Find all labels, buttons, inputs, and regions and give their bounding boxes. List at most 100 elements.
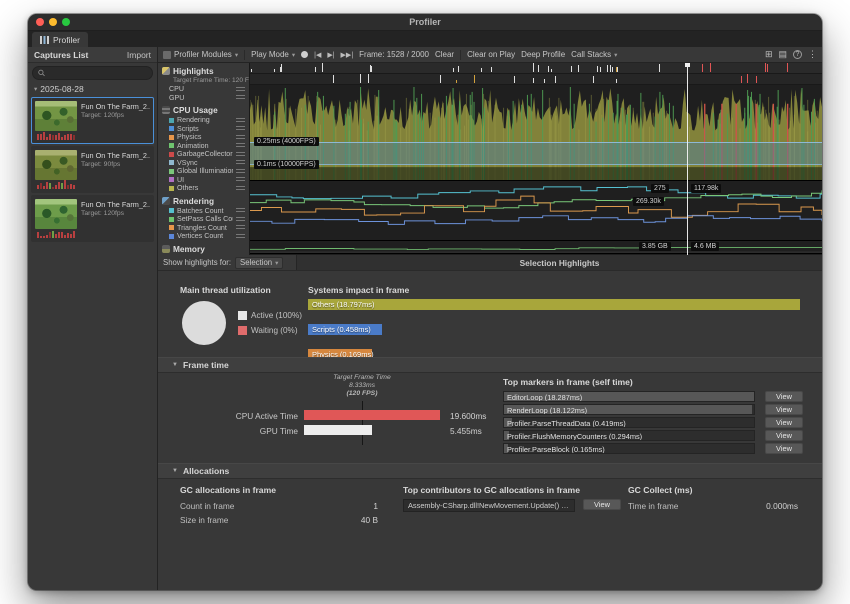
allocations-section-header[interactable]: ▼ Allocations [158, 463, 822, 479]
previous-frame-button[interactable]: |◀ [314, 51, 321, 59]
highlights-strip[interactable] [250, 63, 822, 85]
gc-collect-title: GC Collect (ms) [628, 485, 692, 495]
capture-item[interactable]: Fun On The Farm_2... Target: 120fps [31, 195, 154, 242]
meter-icon [236, 152, 245, 157]
close-window-button[interactable] [36, 18, 44, 26]
legend-physics[interactable]: Physics [158, 133, 249, 142]
layout-grid-icon[interactable]: ⊞ [765, 49, 773, 60]
view-button[interactable]: View [765, 391, 803, 402]
legend-setpass-calls-count[interactable]: SetPass Calls Count [158, 215, 249, 224]
gc-contributor-item[interactable]: Assembly-CSharp.dll!NewMovement.Update()… [403, 499, 575, 512]
marker-bar: Profiler.FlushMemoryCounters (0.294ms) [503, 430, 755, 441]
legend-scripts[interactable]: Scripts [158, 125, 249, 134]
details-view-icon[interactable]: ▤ [778, 49, 787, 60]
count-in-frame-label: Count in frame [180, 501, 234, 511]
view-button[interactable]: View [765, 443, 803, 454]
modules-icon [163, 51, 171, 59]
menu-icon[interactable]: ⋮ [808, 49, 817, 60]
module-rendering[interactable]: Rendering [158, 195, 249, 207]
legend-garbagecollector[interactable]: GarbageCollector [158, 150, 249, 159]
window-title: Profiler [28, 17, 822, 27]
legend-vertices-count[interactable]: Vertices Count [158, 232, 249, 241]
legend-animation[interactable]: Animation [158, 142, 249, 151]
meter-icon [236, 95, 245, 100]
capture-date-group[interactable]: ▾ 2025-08-28 [28, 82, 157, 96]
profiler-icon [40, 36, 49, 44]
chart-canvas[interactable]: 0.25ms (4000FPS) 0.1ms (10000FPS) 275 11… [250, 63, 822, 255]
legend-label: Global Illumination [177, 167, 233, 175]
cpu-active-time-value: 19.600ms [450, 411, 486, 421]
highlights-row-gpu[interactable]: GPU [158, 94, 249, 103]
legend-triangles-count[interactable]: Triangles Count [158, 224, 249, 233]
collapse-icon: ▼ [172, 468, 178, 474]
gpu-time-bar [304, 425, 372, 435]
donut-legend-active: Active (100%) [238, 308, 302, 323]
highlights-row-cpu[interactable]: CPU [158, 85, 249, 94]
profiler-modules-dropdown[interactable]: Profiler Modules ▾ [163, 50, 238, 59]
cpu-usage-chart[interactable]: 0.25ms (4000FPS) 0.1ms (10000FPS) [250, 85, 822, 181]
highlights-gpu-row[interactable] [250, 74, 822, 85]
toolbar-right-icons: ⊞ ▤ ? ⋮ [765, 49, 817, 60]
legend-swatch [238, 311, 247, 320]
legend-others[interactable]: Others [158, 184, 249, 193]
legend-swatch [169, 217, 174, 222]
view-button[interactable]: View [765, 417, 803, 428]
window-titlebar[interactable]: Profiler [28, 14, 822, 31]
view-button[interactable]: View [765, 404, 803, 415]
play-mode-dropdown[interactable]: Play Mode ▾ [251, 50, 295, 59]
highlights-scope-dropdown[interactable]: Selection ▾ [235, 257, 283, 269]
module-memory[interactable]: Memory [158, 243, 249, 255]
help-icon[interactable]: ? [793, 50, 802, 59]
current-frame-button[interactable]: ▶▶| [341, 51, 354, 59]
legend-global-illumination[interactable]: Global Illumination [158, 167, 249, 176]
systems-bar-scripts[interactable]: Scripts (0.458ms) [308, 324, 382, 335]
module-highlights[interactable]: Highlights [158, 65, 249, 77]
legend-batches-count[interactable]: Batches Count [158, 207, 249, 216]
legend-label: Batches Count [177, 207, 233, 215]
cpu-active-time-label: CPU Active Time [158, 411, 298, 421]
clear-on-play-toggle[interactable]: Clear on Play [467, 50, 515, 59]
call-stacks-dropdown[interactable]: Call Stacks ▾ [571, 50, 617, 59]
donut-legend-waiting: Waiting (0%) [238, 323, 302, 338]
legend-swatch [169, 225, 174, 230]
import-button[interactable]: Import [127, 50, 151, 60]
capture-search[interactable] [32, 66, 153, 80]
legend-label: Physics [177, 133, 233, 141]
legend-ui[interactable]: UI [158, 176, 249, 185]
top-markers-title: Top markers in frame (self time) [503, 377, 633, 387]
legend-label: GarbageCollector [177, 150, 233, 158]
frame-playhead[interactable] [687, 63, 688, 255]
capture-item[interactable]: Fun On The Farm_2... Target: 120fps [31, 97, 154, 144]
profiler-modules-label: Profiler Modules [174, 50, 232, 59]
frame-time-section-header[interactable]: ▼ Frame time [158, 357, 822, 373]
meter-icon [236, 234, 245, 239]
rendering-chart[interactable]: 275 117.98k 269.30k [250, 181, 822, 241]
legend-swatch [169, 208, 174, 213]
legend-vsync[interactable]: VSync [158, 159, 249, 168]
capture-thumbnail [35, 150, 77, 180]
systems-bar-others[interactable]: Others (18.797ms) [308, 299, 800, 310]
minimize-window-button[interactable] [49, 18, 57, 26]
marker-bar: EditorLoop (18.287ms) [503, 391, 755, 402]
highlights-cpu-row[interactable] [250, 63, 822, 74]
next-frame-button[interactable]: ▶| [327, 51, 334, 59]
module-title: Rendering [173, 196, 214, 206]
bar-label: Scripts (0.458ms) [312, 325, 371, 334]
triangles-value-label: 269.30k [633, 197, 664, 206]
legend-rendering[interactable]: Rendering [158, 116, 249, 125]
deep-profile-toggle[interactable]: Deep Profile [521, 50, 565, 59]
record-button[interactable] [301, 51, 308, 58]
scope-label: Selection [240, 258, 272, 267]
module-cpu-usage[interactable]: CPU Usage [158, 104, 249, 116]
search-input[interactable] [48, 69, 147, 78]
view-button[interactable]: View [583, 499, 621, 510]
top-markers-list: EditorLoop (18.287ms) View RenderLoop (1… [503, 391, 803, 456]
zoom-window-button[interactable] [62, 18, 70, 26]
toolbar-separator [460, 50, 461, 60]
clear-button[interactable]: Clear [435, 50, 454, 59]
gridline-label: 0.1ms (10000FPS) [254, 160, 319, 169]
capture-item[interactable]: Fun On The Farm_2... Target: 90fps [31, 146, 154, 193]
view-button[interactable]: View [765, 430, 803, 441]
memory-chart[interactable]: 3.85 GB 4.6 MB [250, 241, 822, 254]
tab-profiler[interactable]: Profiler [32, 32, 88, 47]
